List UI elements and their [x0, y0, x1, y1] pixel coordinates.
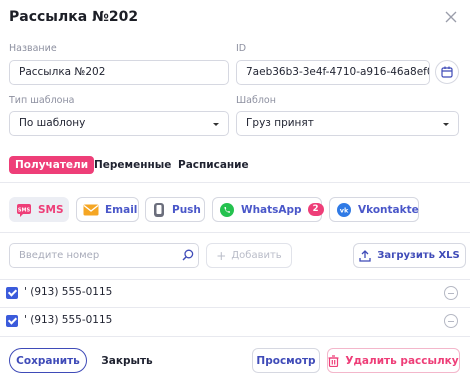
template-label: Шаблон — [236, 95, 276, 106]
calendar-icon — [441, 66, 453, 78]
whatsapp-icon — [219, 202, 235, 218]
preview-button[interactable]: Просмотр — [252, 348, 320, 373]
recipient-checkbox[interactable] — [6, 287, 18, 299]
remove-icon[interactable] — [444, 314, 458, 328]
sms-icon: SMS — [16, 202, 32, 218]
channel-sms[interactable]: SMS SMS — [9, 197, 69, 222]
channel-whatsapp[interactable]: WhatsApp 2 — [212, 197, 324, 222]
calendar-button[interactable] — [435, 60, 459, 84]
template-select[interactable]: Груз принят — [236, 111, 459, 136]
channel-push-label: Push — [172, 203, 201, 216]
vk-icon: vk — [336, 202, 352, 218]
name-label: Название — [9, 43, 57, 54]
upload-xls-button[interactable]: Загрузить XLS — [353, 243, 466, 268]
plus-icon: + — [216, 248, 227, 263]
search-icon[interactable] — [182, 249, 194, 261]
channel-email[interactable]: Email — [76, 197, 139, 222]
tab-schedule[interactable]: Расписание — [178, 156, 249, 174]
template-type-value: По шаблону — [19, 117, 86, 129]
channel-vkontakte-label: Vkontakte — [358, 203, 419, 216]
divider — [0, 336, 470, 337]
template-value: Груз принят — [246, 117, 314, 129]
upload-xls-label: Загрузить XLS — [377, 250, 460, 261]
remove-icon[interactable] — [444, 286, 458, 300]
caret-down-icon — [443, 123, 449, 126]
tab-variables[interactable]: Переменные — [94, 156, 171, 174]
template-type-select[interactable]: По шаблону — [9, 111, 229, 136]
email-icon — [83, 202, 99, 218]
save-button[interactable]: Сохранить — [9, 348, 87, 373]
add-number-button[interactable]: + Добавить — [206, 243, 292, 268]
id-label: ID — [236, 43, 247, 54]
recipient-phone: ' (913) 555-0115 — [24, 286, 113, 298]
trash-icon — [328, 354, 339, 367]
recipient-checkbox[interactable] — [6, 315, 18, 327]
delete-mailing-label: Удалить рассылку — [345, 354, 459, 367]
whatsapp-count-badge: 2 — [307, 203, 324, 216]
template-type-label: Тип шаблона — [9, 95, 75, 106]
svg-text:SMS: SMS — [18, 207, 31, 213]
close-icon[interactable] — [443, 9, 459, 25]
channel-sms-label: SMS — [38, 203, 64, 216]
tab-recipients[interactable]: Получатели — [9, 156, 95, 174]
svg-text:vk: vk — [340, 206, 349, 214]
dialog-title: Рассылка №202 — [9, 9, 139, 25]
upload-icon — [359, 249, 371, 262]
id-input[interactable]: 7aeb36b3-3e4f-4710-a916-46a8ef0 — [236, 60, 430, 85]
mailing-dialog: Рассылка №202 Название Рассылка №202 ID … — [0, 0, 470, 380]
push-icon — [152, 202, 166, 218]
channel-vkontakte[interactable]: vk Vkontakte — [329, 197, 419, 222]
close-button[interactable]: Закрыть — [100, 348, 154, 373]
channel-whatsapp-label: WhatsApp — [241, 203, 302, 216]
caret-down-icon — [213, 123, 219, 126]
divider — [0, 232, 470, 233]
phone-search-input[interactable] — [9, 243, 199, 268]
channel-email-label: Email — [105, 203, 138, 216]
add-number-label: Добавить — [231, 250, 282, 261]
recipient-row: ' (913) 555-0115 — [0, 307, 470, 335]
channel-push[interactable]: Push — [145, 197, 205, 222]
name-input[interactable]: Рассылка №202 — [9, 60, 229, 85]
divider — [0, 182, 470, 183]
recipient-phone: ' (913) 555-0115 — [24, 314, 113, 326]
delete-mailing-button[interactable]: Удалить рассылку — [327, 348, 460, 373]
recipient-row: ' (913) 555-0115 — [0, 279, 470, 307]
